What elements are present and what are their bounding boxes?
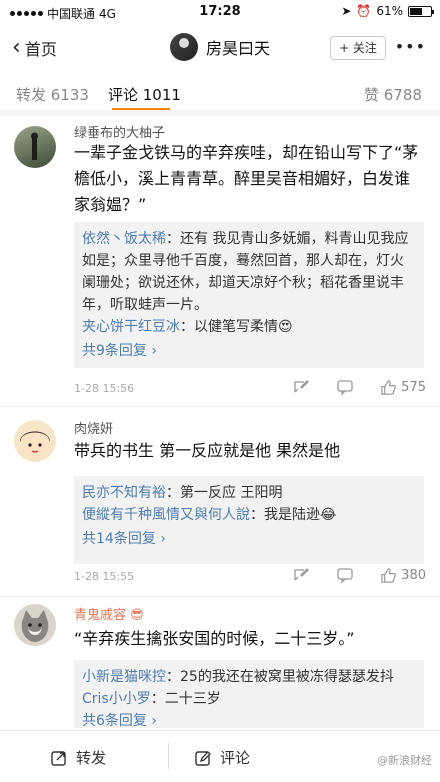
reply-line: 夹心饼干红豆冰：以健笔写柔情😍 (82, 319, 293, 335)
avatar (170, 33, 198, 61)
more-replies-link[interactable]: 共6条回复 › (82, 710, 416, 732)
comment-actions: 380 (292, 566, 426, 584)
chevron-left-icon: ‹ (12, 35, 21, 60)
status-bar: 中国联通 4G 17:28 ➤ ⏰ 61% (0, 0, 440, 24)
reply-icon[interactable] (292, 566, 310, 584)
comment-icon[interactable] (336, 566, 354, 584)
comment-text: 一辈子金戈铁马的辛弃疾哇，却在铅山写下了“茅檐低小，溪上青青草。醉里吴音相媚好，… (74, 143, 419, 214)
thumbs-up-icon (381, 567, 397, 583)
like-count: 380 (401, 567, 426, 583)
divider (0, 596, 440, 597)
avatar[interactable] (14, 420, 56, 462)
reply-user[interactable]: 小新是猫咪控 (82, 669, 166, 685)
comment-time: 1-28 15:56 (74, 382, 135, 395)
reply-text: 我是陆逊😂 (264, 507, 337, 523)
cat-icon (21, 610, 49, 642)
reply-box[interactable]: 依然丶饭太稀：还有 我见青山多妩媚，料青山见我应如是；众里寻他千百度，蓦然回首，… (74, 222, 424, 368)
reply-line: 小新是猫咪控：25的我还在被窝里被冻得瑟瑟发抖 (82, 669, 394, 685)
comment-item: 绿垂布的大柚子 一辈子金戈铁马的辛弃疾哇，却在铅山写下了“茅檐低小，溪上青青草。… (0, 116, 440, 406)
edit-icon (195, 750, 211, 766)
cartoon-girl-icon (20, 430, 50, 458)
comment-user[interactable]: 绿垂布的大柚子 (74, 122, 165, 141)
tab-like[interactable]: 赞 6788 (364, 84, 422, 105)
reply-box[interactable]: 民亦不知有裕：第一反应 王阳明 便縱有千种風情又與何人說：我是陆逊😂 共14条回… (74, 476, 424, 564)
more-replies-link[interactable]: 共9条回复 › (82, 340, 416, 362)
tab-repost[interactable]: 转发 6133 (16, 84, 89, 105)
reply-text: 二十三岁 (164, 691, 221, 707)
avatar-figure-icon (31, 132, 38, 160)
comment-user[interactable]: 肉烧妍 (74, 418, 113, 437)
comment-item: 青鬼戚容 😎 “辛弃疾生擒张安国的时候，二十三岁。” 小新是猫咪控：25的我还在… (0, 598, 440, 730)
tab-comment[interactable]: 评论 1011 (108, 84, 181, 105)
more-icon[interactable]: ••• (395, 37, 426, 56)
comment-actions: 575 (292, 378, 426, 396)
bottom-bar: 转发 评论 (0, 730, 440, 782)
comment-text: 带兵的书生 第一反应就是他 果然是他 (74, 441, 341, 460)
location-icon: ➤ (341, 4, 352, 18)
battery-percent: 61% (376, 4, 403, 18)
watermark: @新浪财经 (377, 754, 432, 767)
like-button[interactable]: 380 (380, 567, 426, 584)
page-title: 房昊曰天 (206, 39, 271, 58)
reply-user[interactable]: 依然丶饭太稀 (82, 231, 166, 247)
vip-emoji-icon: 😎 (130, 608, 144, 623)
repost-icon (51, 750, 66, 766)
nav-bar: ‹ 首页 房昊曰天 + 关注 ••• (0, 24, 440, 70)
comment-item: 肉烧妍 带兵的书生 第一反应就是他 果然是他 民亦不知有裕：第一反应 王阳明 便… (0, 408, 440, 598)
reply-user[interactable]: 夹心饼干红豆冰 (82, 319, 180, 335)
comment-user[interactable]: 青鬼戚容 😎 (74, 604, 144, 623)
back-button[interactable]: ‹ 首页 (12, 36, 57, 60)
reply-line: 便縱有千种風情又與何人說：我是陆逊😂 (82, 507, 337, 523)
comment-text: “辛弃疾生擒张安国的时候，二十三岁。” (74, 629, 355, 648)
comment-label: 评论 (220, 749, 251, 767)
repost-button[interactable]: 转发 (50, 747, 106, 768)
reply-text: 以健笔写柔情😍 (194, 319, 293, 335)
more-replies-link[interactable]: 共14条回复 › (82, 528, 416, 550)
comment-user-name: 青鬼戚容 (74, 608, 127, 623)
reply-user[interactable]: 便縱有千种風情又與何人說 (82, 507, 250, 523)
divider (0, 406, 440, 407)
nav-profile[interactable]: 房昊曰天 (170, 33, 270, 61)
reply-user[interactable]: Cris小小罗 (82, 691, 151, 707)
comment-icon[interactable] (336, 378, 354, 396)
reply-text: 第一反应 王阳明 (180, 485, 283, 501)
divider (168, 743, 169, 769)
reply-box[interactable]: 小新是猫咪控：25的我还在被窝里被冻得瑟瑟发抖 Cris小小罗：二十三岁 共6条… (74, 660, 424, 729)
like-count: 575 (401, 379, 426, 395)
battery-icon (408, 5, 434, 17)
alarm-icon: ⏰ (356, 4, 372, 18)
reply-line: Cris小小罗：二十三岁 (82, 691, 221, 707)
thumbs-up-icon (381, 379, 397, 395)
like-button[interactable]: 575 (380, 379, 426, 396)
repost-label: 转发 (76, 749, 107, 767)
reply-user[interactable]: 民亦不知有裕 (82, 485, 166, 501)
avatar[interactable] (14, 126, 56, 168)
reply-line: 民亦不知有裕：第一反应 王阳明 (82, 485, 283, 501)
tab-bar: 转发 6133 评论 1011 赞 6788 (0, 74, 440, 112)
reply-text: 25的我还在被窝里被冻得瑟瑟发抖 (180, 669, 394, 685)
follow-button[interactable]: + 关注 (330, 36, 386, 60)
avatar[interactable] (14, 604, 56, 646)
reply-icon[interactable] (292, 378, 310, 396)
comment-time: 1-28 15:55 (74, 570, 135, 583)
reply-line: 依然丶饭太稀：还有 我见青山多妩媚，料青山见我应如是；众里寻他千百度，蓦然回首，… (82, 231, 409, 313)
comment-button[interactable]: 评论 (194, 747, 250, 768)
back-label: 首页 (24, 40, 57, 59)
